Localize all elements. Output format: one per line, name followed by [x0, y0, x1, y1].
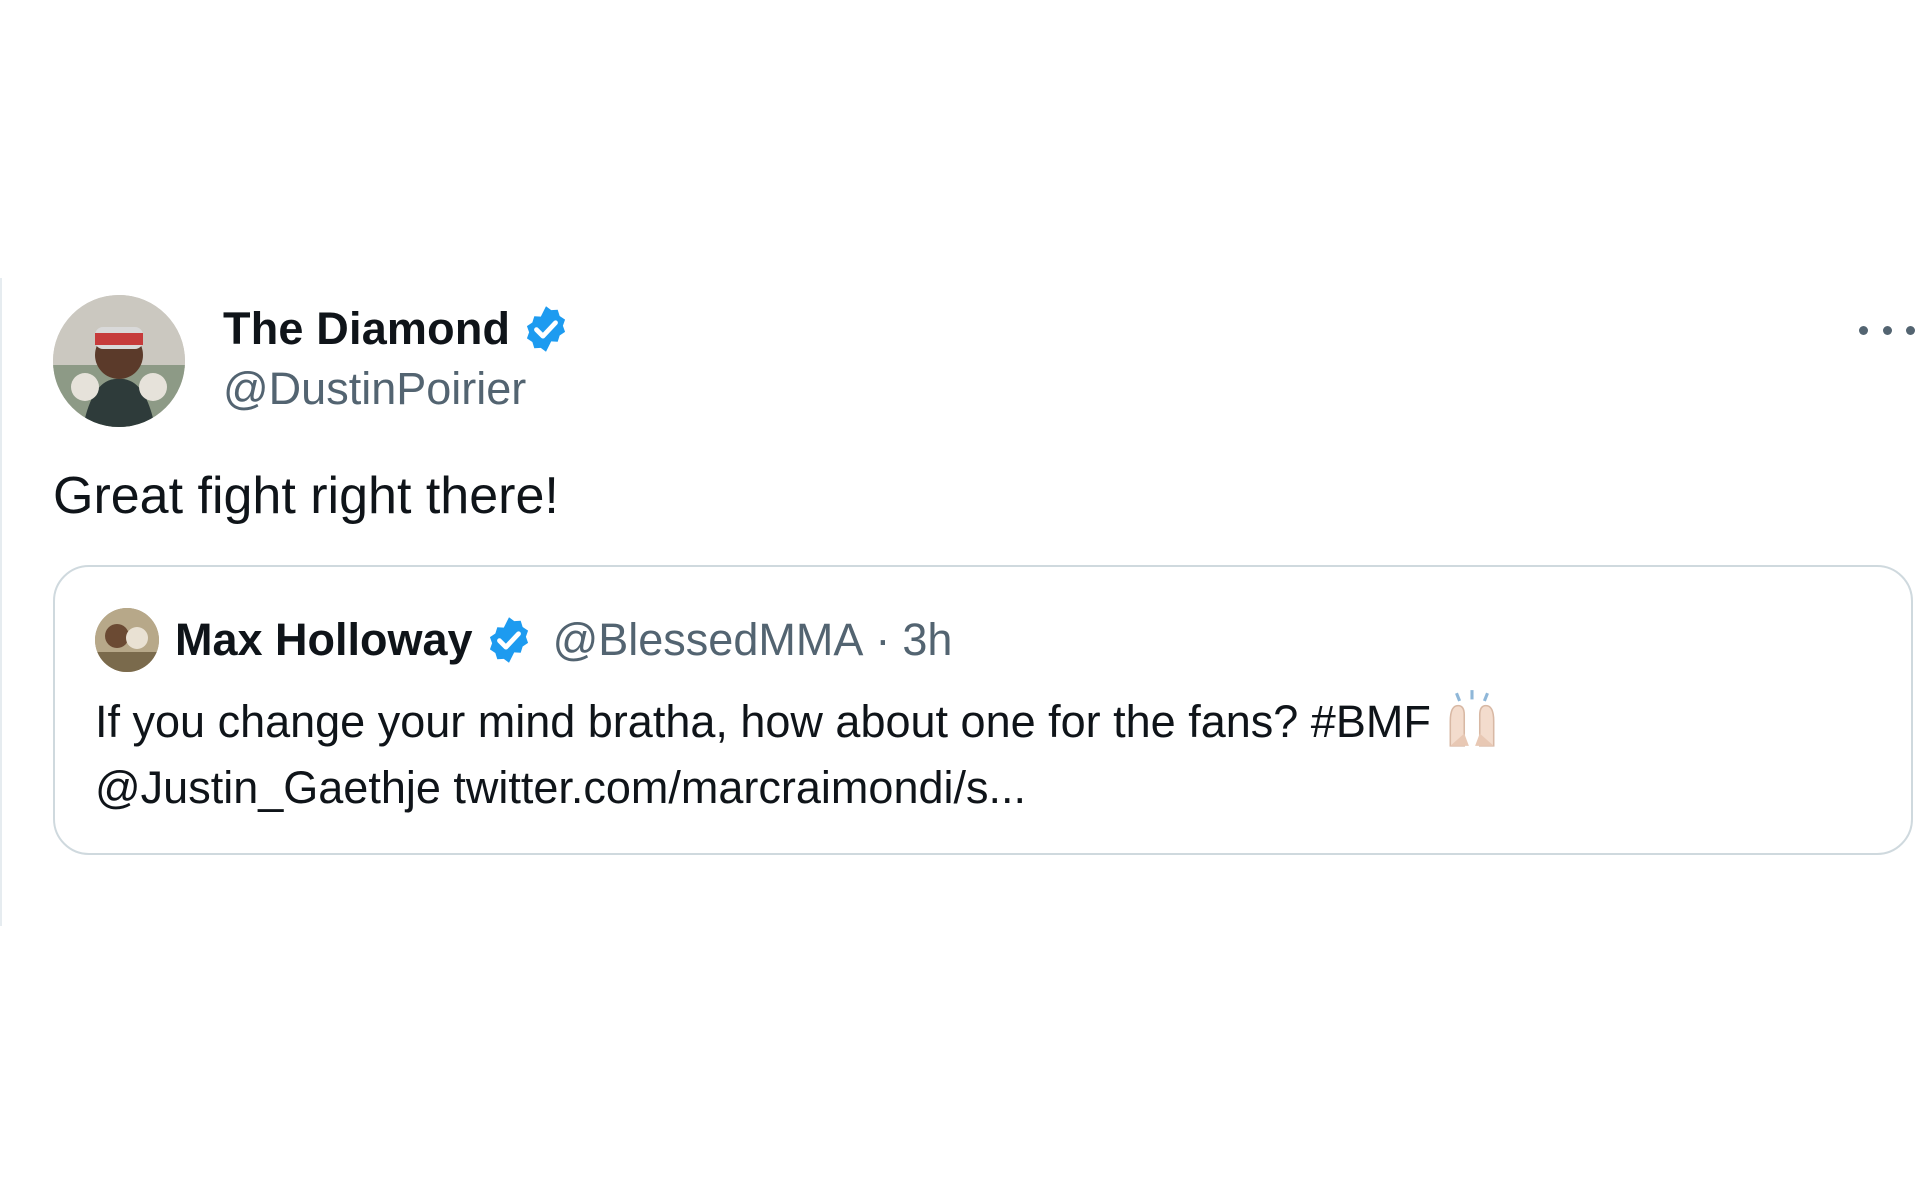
author-names: The Diamond @DustinPoirier: [223, 301, 572, 415]
quoted-text-line2[interactable]: @Justin_Gaethje twitter.com/marcraimondi…: [95, 755, 1871, 821]
page: The Diamond @DustinPoirier Great fight r…: [0, 0, 1920, 1200]
quoted-tweet-text: If you change your mind bratha, how abou…: [95, 687, 1871, 821]
more-dot: [1859, 325, 1868, 335]
tweet[interactable]: The Diamond @DustinPoirier Great fight r…: [53, 295, 1915, 856]
separator: ·: [875, 614, 891, 666]
verified-badge-icon: [527, 306, 566, 352]
quoted-display-name[interactable]: Max Holloway: [175, 614, 473, 666]
divider: [0, 278, 2, 926]
verified-badge-icon: [489, 617, 528, 664]
raising-hands-emoji-icon: [1449, 690, 1495, 748]
more-dot: [1882, 325, 1892, 335]
quoted-tweet[interactable]: Max Holloway @BlessedMMA · 3h If you cha…: [53, 565, 1913, 856]
avatar[interactable]: [95, 608, 159, 673]
quoted-tweet-header: Max Holloway @BlessedMMA · 3h: [95, 607, 1871, 673]
quoted-handle[interactable]: @BlessedMMA: [553, 614, 864, 666]
quoted-text-line: If you change your mind bratha, how abou…: [95, 687, 1871, 755]
timestamp[interactable]: 3h: [902, 614, 952, 666]
more-options-icon[interactable]: [1859, 315, 1915, 345]
handle[interactable]: @DustinPoirier: [223, 363, 572, 415]
tweet-header: The Diamond @DustinPoirier: [53, 295, 1915, 429]
tweet-text: Great fight right there!: [53, 467, 559, 525]
avatar[interactable]: [53, 295, 185, 427]
quoted-text-line1: If you change your mind bratha, how abou…: [95, 696, 1431, 748]
display-name[interactable]: The Diamond: [223, 303, 510, 355]
more-dot: [1906, 325, 1915, 335]
